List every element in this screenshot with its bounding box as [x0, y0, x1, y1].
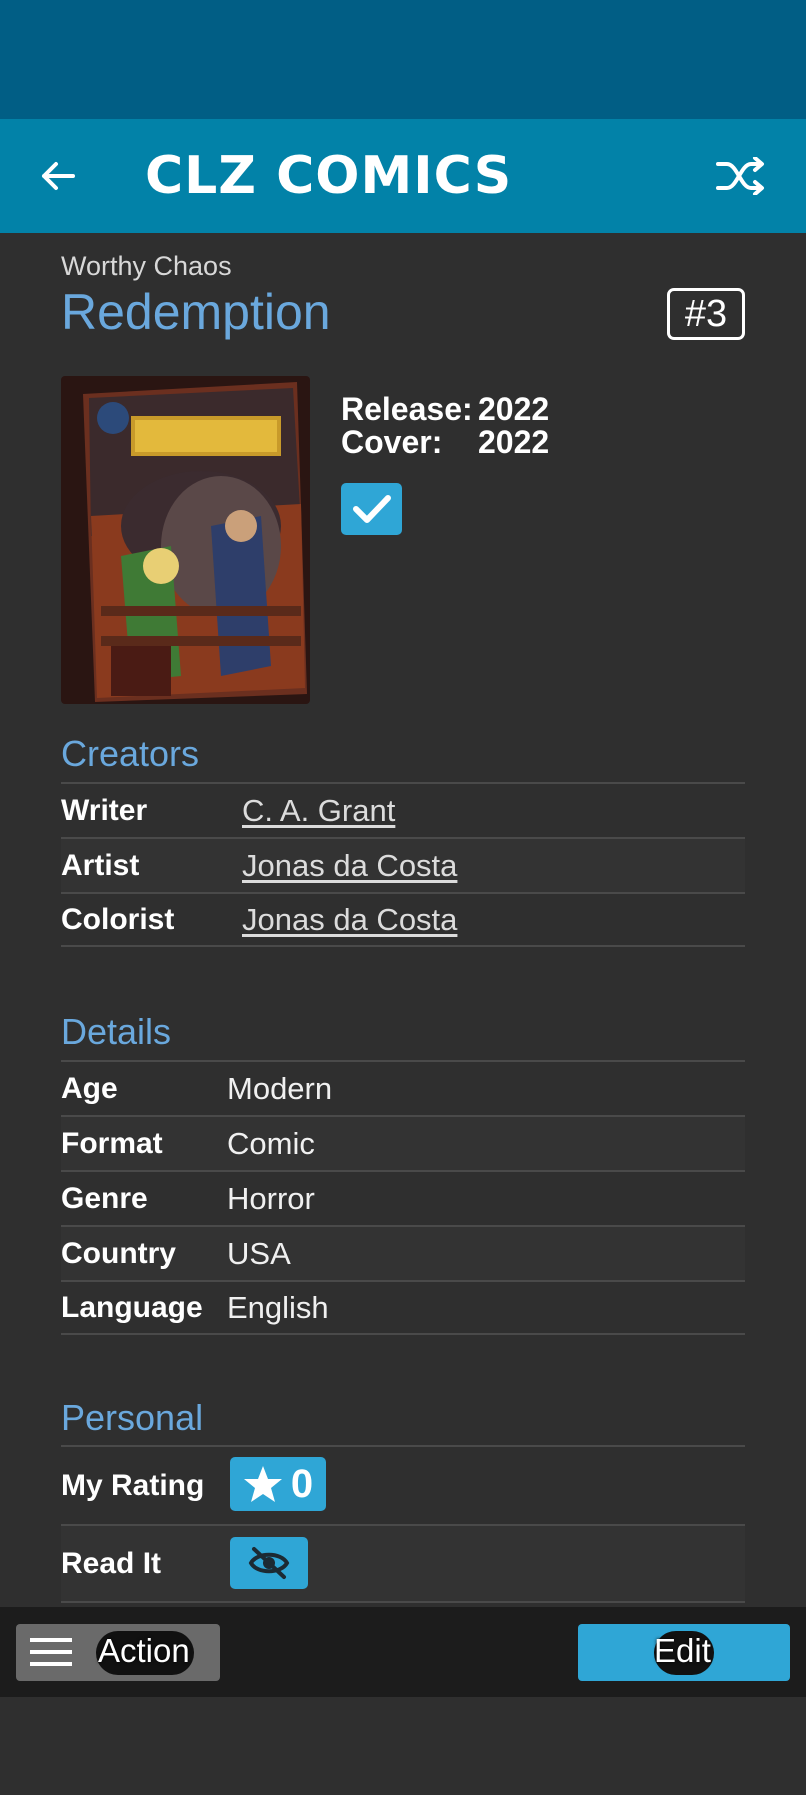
personal-section-title: Personal: [61, 1397, 204, 1438]
detail-label: Genre: [61, 1181, 148, 1215]
creators-section-title: Creators: [61, 733, 200, 774]
app-logo: CLZ COMICS: [145, 146, 513, 206]
issue-number-badge: #3: [667, 288, 745, 340]
creator-name-link[interactable]: C. A. Grant: [242, 793, 395, 829]
read-it-label: Read It: [61, 1546, 162, 1580]
shuffle-icon: [716, 157, 764, 195]
personal-row-rating: My Rating 0: [61, 1445, 745, 1524]
detail-value: Comic: [227, 1125, 315, 1161]
creator-role: Colorist: [61, 902, 175, 936]
date-info: Release: 2022 Cover: 2022: [341, 393, 549, 459]
arrow-left-icon: [42, 162, 75, 190]
hamburger-menu-icon: [30, 1638, 72, 1666]
detail-value: Horror: [227, 1180, 315, 1216]
comic-title: Redemption: [61, 284, 331, 340]
action-menu-button[interactable]: Action: [16, 1624, 220, 1681]
release-label: Release:: [341, 391, 473, 427]
bottom-action-bar: Action Edit: [0, 1607, 806, 1697]
owned-checkbox[interactable]: [341, 483, 402, 535]
cover-date-value: 2022: [478, 424, 550, 460]
checkmark-icon: [352, 495, 391, 523]
star-icon: [243, 1466, 282, 1502]
edit-button-label: Edit: [654, 1632, 711, 1669]
details-section-title: Details: [61, 1011, 172, 1052]
detail-row-country: Country USA: [61, 1225, 745, 1280]
creator-role: Artist: [61, 848, 140, 882]
release-date-row: Release: 2022: [341, 393, 549, 426]
cover-date-row: Cover: 2022: [341, 426, 549, 459]
app-bar: CLZ COMICS: [0, 119, 806, 233]
edit-button[interactable]: Edit: [578, 1624, 790, 1681]
details-table: Age Modern Format Comic Genre Horror Cou…: [61, 1060, 745, 1335]
creator-name-link[interactable]: Jonas da Costa: [242, 902, 457, 938]
detail-value: USA: [227, 1235, 291, 1271]
detail-row-age: Age Modern: [61, 1060, 745, 1115]
bottom-spacer: [0, 1697, 806, 1795]
detail-row-genre: Genre Horror: [61, 1170, 745, 1225]
back-button[interactable]: [34, 150, 82, 202]
detail-row-format: Format Comic: [61, 1115, 745, 1170]
creator-name-link[interactable]: Jonas da Costa: [242, 848, 457, 884]
series-name[interactable]: Worthy Chaos: [61, 251, 232, 282]
creator-row-artist: Artist Jonas da Costa: [61, 837, 745, 892]
comic-detail-content[interactable]: Worthy Chaos Redemption #3 Release: 2022: [0, 233, 806, 1607]
detail-label: Language: [61, 1290, 203, 1324]
shuffle-button[interactable]: [712, 149, 770, 203]
detail-value: Modern: [227, 1070, 333, 1106]
read-it-toggle[interactable]: [230, 1537, 308, 1589]
detail-row-language: Language English: [61, 1280, 745, 1335]
eye-slash-icon: [248, 1547, 290, 1579]
rating-button[interactable]: 0: [230, 1457, 326, 1511]
release-value: 2022: [478, 391, 550, 427]
personal-table: My Rating 0 Read It: [61, 1445, 745, 1603]
creators-table: Writer C. A. Grant Artist Jonas da Costa…: [61, 782, 745, 947]
status-bar: [0, 0, 806, 119]
detail-label: Format: [61, 1126, 163, 1160]
cover-image[interactable]: [61, 376, 310, 704]
detail-value: English: [227, 1289, 329, 1325]
detail-label: Country: [61, 1236, 176, 1270]
action-button-label: Action: [98, 1632, 190, 1669]
creator-role: Writer: [61, 793, 148, 827]
cover-date-label: Cover:: [341, 424, 443, 460]
creator-row-colorist: Colorist Jonas da Costa: [61, 892, 745, 947]
personal-row-read: Read It: [61, 1524, 745, 1603]
rating-value: 0: [290, 1461, 314, 1506]
detail-label: Age: [61, 1071, 118, 1105]
creator-row-writer: Writer C. A. Grant: [61, 782, 745, 837]
rating-label: My Rating: [61, 1468, 205, 1502]
